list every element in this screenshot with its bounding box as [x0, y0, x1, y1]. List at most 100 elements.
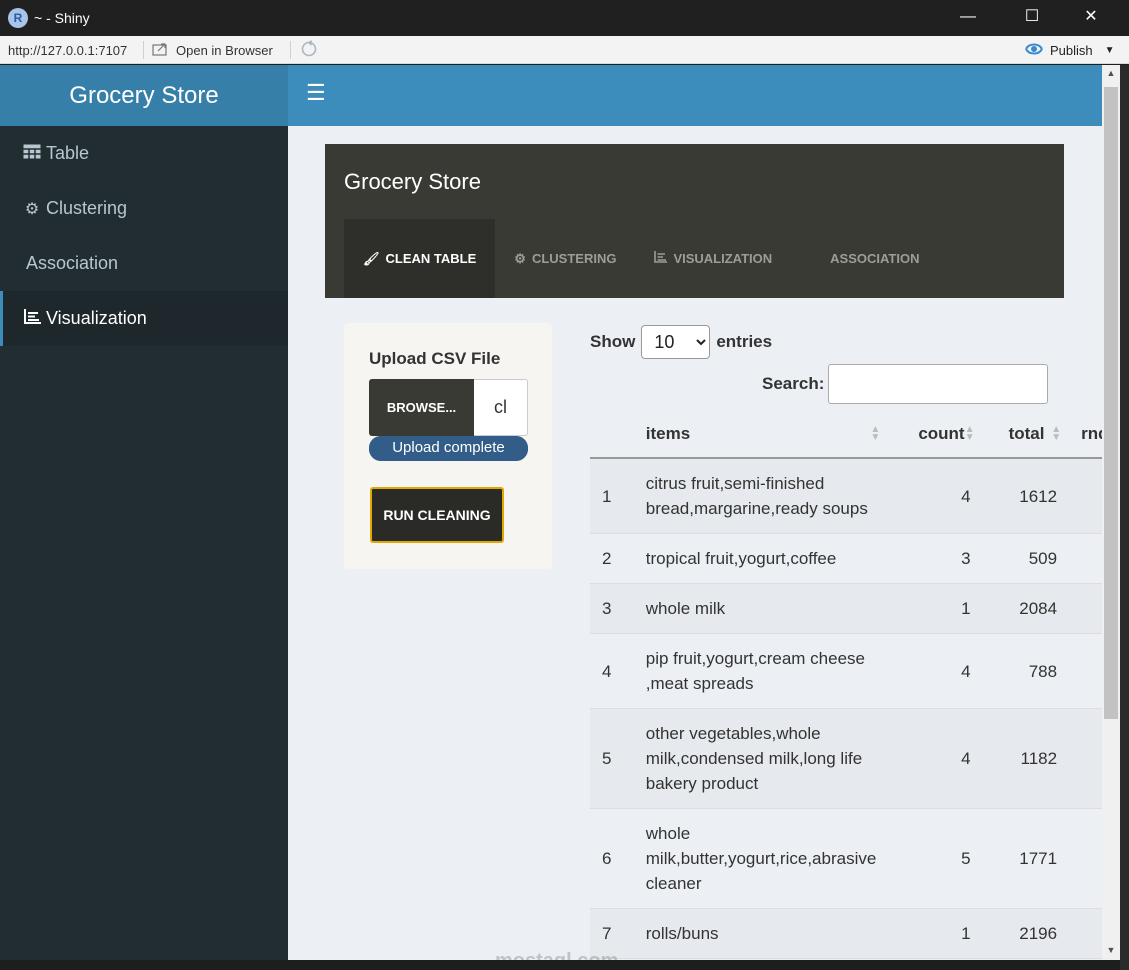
scrollbar-thumb[interactable] — [1104, 87, 1118, 719]
app-logo[interactable]: Grocery Store — [0, 65, 288, 126]
table-row[interactable]: 7 rolls/buns 1 2196 — [590, 908, 1102, 959]
watermark: mostaql.com — [495, 950, 618, 960]
cell-total: 1182 — [982, 708, 1070, 809]
cell-items: whole milk,butter,yogurt,rice,abrasive c… — [633, 808, 889, 909]
tab-association[interactable]: ASSOCIATION — [791, 219, 938, 298]
table-row[interactable]: 1 citrus fruit,semi-finished bread,margar… — [590, 458, 1102, 534]
scroll-up-icon[interactable]: ▲ — [1102, 68, 1120, 78]
table-row[interactable]: 6 whole milk,butter,yogurt,rice,abrasive … — [590, 808, 1102, 909]
r-app-icon: R — [8, 8, 28, 28]
window-bottom-edge — [0, 960, 1120, 970]
minimize-button[interactable]: — — [945, 0, 991, 36]
entries-label: entries — [716, 332, 773, 351]
cell-items: rolls/buns — [633, 908, 889, 959]
sidebar-item-association[interactable]: Association — [0, 236, 288, 291]
cell-total: 2084 — [982, 583, 1070, 634]
show-label: Show — [590, 332, 636, 351]
sidebar-item-label: Visualization — [46, 308, 147, 328]
table-search: Search: — [762, 364, 1049, 404]
sort-icon: ▲ ▼ — [870, 424, 881, 443]
sidebar-item-clustering[interactable]: ⚙ Clustering — [0, 181, 288, 236]
browse-button[interactable]: BROWSE... — [369, 379, 474, 436]
publish-icon — [1024, 42, 1044, 59]
background-window-edge — [1120, 65, 1129, 970]
cell-index: 6 — [590, 808, 634, 909]
column-header-total[interactable]: total ▲ ▼ — [982, 410, 1070, 459]
cell-items: pip fruit,yogurt,cream cheese ,meat spre… — [633, 633, 889, 709]
tab-label: CLUSTERING — [531, 251, 617, 266]
navbar-tabs: 🖌 CLEAN TABLE ⚙ CLUSTERING VISUALIZATION… — [344, 219, 938, 298]
sidebar-item-label: Table — [46, 143, 90, 163]
search-label: Search: — [762, 374, 825, 393]
cell-items: tropical fruit,yogurt,coffee — [633, 533, 889, 584]
window-titlebar: R ~ - Shiny — ☐ ✕ — [0, 0, 1129, 36]
cell-total: 509 — [982, 533, 1070, 584]
cell-total: 1771 — [982, 808, 1070, 909]
scroll-down-icon[interactable]: ▼ — [1102, 945, 1120, 955]
data-table: items▲▼ count▲▼ total▲▼ rnd 1citrus frui… — [590, 410, 1102, 960]
cell-count: 4 — [888, 708, 983, 809]
table-row[interactable]: 5 other vegetables,whole milk,condensed m… — [590, 708, 1102, 809]
cell-rnd — [1069, 808, 1102, 909]
progress-text: Upload complete — [392, 439, 505, 456]
table-row[interactable]: 2 tropical fruit,yogurt,coffee 3 509 — [590, 533, 1102, 584]
search-input[interactable] — [828, 364, 1049, 404]
url-text[interactable]: http://127.0.0.1:7107 — [8, 43, 127, 58]
close-button[interactable]: ✕ — [1068, 0, 1114, 36]
cell-rnd — [1069, 708, 1102, 809]
cell-index: 2 — [590, 533, 634, 584]
cell-total: 2196 — [982, 908, 1070, 959]
table-row[interactable]: 3 whole milk 1 2084 — [590, 583, 1102, 634]
tab-label: VISUALIZATION — [673, 251, 773, 266]
open-in-browser-button[interactable]: Open in Browser — [152, 42, 273, 59]
table-header-row: items▲▼ count▲▼ total▲▼ rnd — [590, 410, 1102, 459]
page-navbar: Grocery Store 🖌 CLEAN TABLE ⚙ CLUSTERING… — [325, 144, 1064, 298]
sidebar-item-label: Clustering — [46, 198, 128, 218]
column-header-rnd[interactable]: rnd — [1069, 410, 1102, 459]
maximize-button[interactable]: ☐ — [1009, 0, 1055, 36]
external-window-icon — [152, 42, 170, 59]
cell-index: 5 — [590, 708, 634, 809]
sidebar-item-visualization[interactable]: Visualization — [0, 291, 288, 346]
upload-panel: Upload CSV File BROWSE... cl Upload comp… — [344, 323, 552, 569]
cell-count: 3 — [888, 533, 983, 584]
cell-count: 1 — [888, 908, 983, 959]
open-in-browser-label: Open in Browser — [176, 43, 273, 58]
cell-index: 4 — [590, 633, 634, 709]
sidebar-item-label: Association — [26, 253, 119, 273]
viewer-toolbar: http://127.0.0.1:7107 Open in Browser Pu… — [0, 36, 1129, 64]
vertical-scrollbar[interactable]: ▲ ▼ — [1102, 65, 1120, 960]
file-name-field[interactable]: cl — [474, 379, 528, 436]
toolbar-divider — [143, 41, 144, 59]
entries-select[interactable]: 10 — [641, 325, 711, 359]
cell-count: 5 — [888, 808, 983, 909]
sidebar: Grocery Store Table ⚙ Clustering Associa… — [0, 65, 288, 960]
publish-button[interactable]: Publish ▼ — [1024, 42, 1115, 59]
cell-count: 1 — [888, 583, 983, 634]
publish-label: Publish — [1050, 43, 1093, 58]
toolbar-divider — [290, 41, 291, 59]
column-header-count[interactable]: count ▲ ▼ — [888, 410, 983, 459]
sidebar-item-table[interactable]: Table — [0, 126, 288, 181]
navbar-brand: Grocery Store — [344, 169, 481, 194]
bar-chart-icon — [22, 308, 42, 329]
tab-clean-table[interactable]: 🖌 CLEAN TABLE — [344, 219, 496, 298]
bar-chart-icon — [654, 251, 668, 266]
chevron-down-icon[interactable]: ▼ — [1105, 45, 1115, 56]
cell-total: 1612 — [982, 458, 1070, 534]
tab-clustering[interactable]: ⚙ CLUSTERING — [495, 219, 635, 298]
cell-total: 788 — [982, 633, 1070, 709]
top-navbar: ☰ — [288, 65, 1102, 126]
shiny-app: Grocery Store Table ⚙ Clustering Associa… — [0, 65, 1102, 960]
tab-label: CLEAN TABLE — [385, 251, 477, 266]
file-input[interactable]: BROWSE... cl — [369, 379, 528, 436]
tab-visualization[interactable]: VISUALIZATION — [635, 219, 791, 298]
table-row[interactable]: 4 pip fruit,yogurt,cream cheese ,meat spr… — [590, 633, 1102, 709]
column-header-items[interactable]: items ▲ ▼ — [633, 410, 889, 459]
sidebar-toggle-icon[interactable]: ☰ — [306, 82, 326, 104]
refresh-icon[interactable] — [300, 40, 318, 58]
run-cleaning-button[interactable]: RUN CLEANING — [370, 487, 504, 543]
cell-rnd — [1069, 633, 1102, 709]
cell-rnd — [1069, 583, 1102, 634]
sort-icon: ▲ ▼ — [964, 424, 975, 443]
